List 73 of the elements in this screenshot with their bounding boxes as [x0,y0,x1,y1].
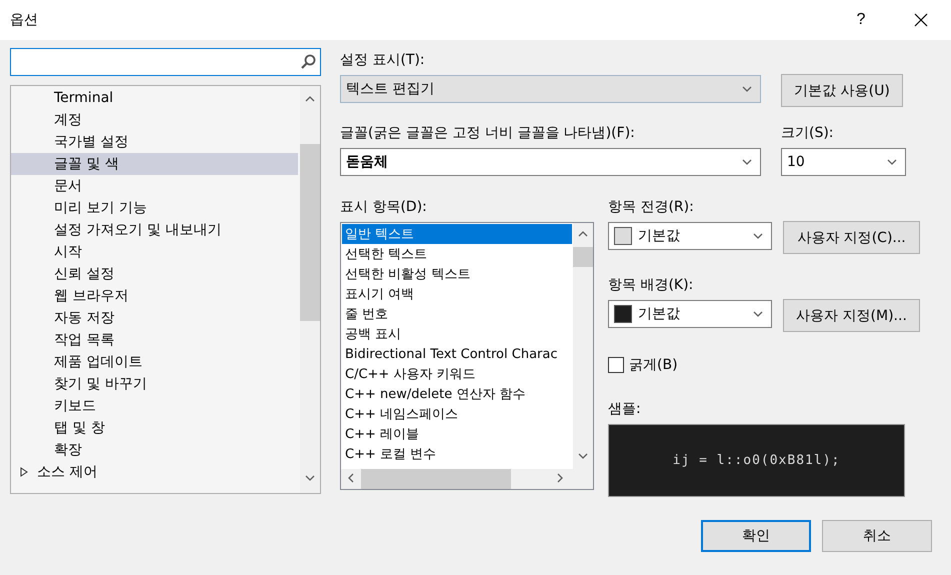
chevron-down-icon [753,309,763,319]
window-title: 옵션 [10,11,39,29]
list-item[interactable]: C++ 레이블 [342,424,572,444]
color-dropdown[interactable]: 기본값 [608,300,772,328]
scrollbar-thumb[interactable] [361,469,511,489]
tree-item[interactable]: 작업 목록 [11,329,298,351]
tree-item[interactable]: 국가별 설정 [11,131,298,153]
settings-dropdown[interactable]: 텍스트 편집기 [340,75,761,103]
chevron-down-icon [578,451,588,461]
close-icon [914,13,928,27]
list-item[interactable]: 공백 표시 [342,324,572,344]
list-item[interactable]: C++ 네임스페이스 [342,404,572,424]
field-label: 샘플: [608,400,642,418]
field-label: 항목 배경(K): [608,276,694,294]
font-dropdown[interactable]: 돋움체 [340,148,761,176]
list-item[interactable]: C++ 로컬 변수 [342,444,572,464]
chevron-down-icon [742,84,752,94]
ok-button[interactable]: 확인 [701,520,811,552]
list-item[interactable]: 표시기 여백 [342,284,572,304]
chevron-up-icon [305,94,315,104]
bold-checkbox[interactable] [608,357,624,373]
search-field[interactable] [10,48,321,76]
list-item[interactable]: 선택한 텍스트 [342,244,572,264]
color-dropdown[interactable]: 기본값 [608,222,772,250]
search-icon [300,54,316,70]
field-label: 설정 표시(T): [340,51,426,69]
triangle-right-icon[interactable] [19,467,29,477]
tree-item[interactable]: 키보드 [11,395,298,417]
size-dropdown[interactable]: 10 [781,148,906,176]
tree-item[interactable]: 소스 제어 [11,461,298,483]
scrollbar-thumb[interactable] [573,247,593,267]
list-item[interactable]: Bidirectional Text Control Charac [342,344,572,364]
field-label: 표시 항목(D): [340,198,428,216]
tree-item[interactable]: 찾기 및 바꾸기 [11,373,298,395]
chevron-left-icon [346,473,356,483]
chevron-right-icon [555,473,565,483]
field-label: 글꼴(굵은 글꼴은 고정 너비 글꼴을 나타냄)(F): [340,124,636,142]
field-label: 크기(S): [781,124,835,142]
use-default-button[interactable]: 기본값 사용(U) [781,74,903,107]
chevron-up-icon [578,229,588,239]
tree-item[interactable]: 제품 업데이트 [11,351,298,373]
scrollbar[interactable] [573,223,593,469]
chevron-down-icon [305,473,315,483]
custom-color-button[interactable]: 사용자 지정(M)... [783,299,920,332]
help-button[interactable]: ? [831,0,891,40]
tree-item[interactable]: 미리 보기 기능 [11,197,298,219]
tree-item[interactable]: 설정 가져오기 및 내보내기 [11,219,298,241]
list-item[interactable]: 선택한 비활성 텍스트 [342,264,572,284]
tree-item[interactable]: 웹 브라우저 [11,285,298,307]
tree-item[interactable]: 시작 [11,241,298,263]
scrollbar[interactable] [300,86,320,493]
chevron-down-icon [887,157,897,167]
cancel-button[interactable]: 취소 [822,520,932,552]
checkbox-label[interactable]: 굵게(B) [629,356,678,374]
tree-item[interactable]: 확장 [11,439,298,461]
tree-item[interactable]: 글꼴 및 색 [11,153,298,175]
tree-item[interactable]: Terminal [11,87,298,109]
tree-item[interactable]: 자동 저장 [11,307,298,329]
list-item[interactable]: C++ new/delete 연산자 함수 [342,384,572,404]
list-item[interactable]: 일반 텍스트 [342,224,572,244]
list-item[interactable]: 줄 번호 [342,304,572,324]
tree-item[interactable]: 탭 및 창 [11,417,298,439]
tree-item[interactable]: 신뢰 설정 [11,263,298,285]
chevron-down-icon [753,231,763,241]
scrollbar-thumb[interactable] [300,144,320,321]
horizontal-scrollbar[interactable] [341,469,593,489]
tree-item[interactable]: 계정 [11,109,298,131]
list-item[interactable]: C/C++ 사용자 키워드 [342,364,572,384]
tree-item[interactable]: 문서 [11,175,298,197]
sample-text: ij = l::o0(0xB81l); [672,453,840,468]
custom-color-button[interactable]: 사용자 지정(C)... [783,221,920,254]
chevron-down-icon [742,157,752,167]
field-label: 항목 전경(R): [608,198,695,216]
